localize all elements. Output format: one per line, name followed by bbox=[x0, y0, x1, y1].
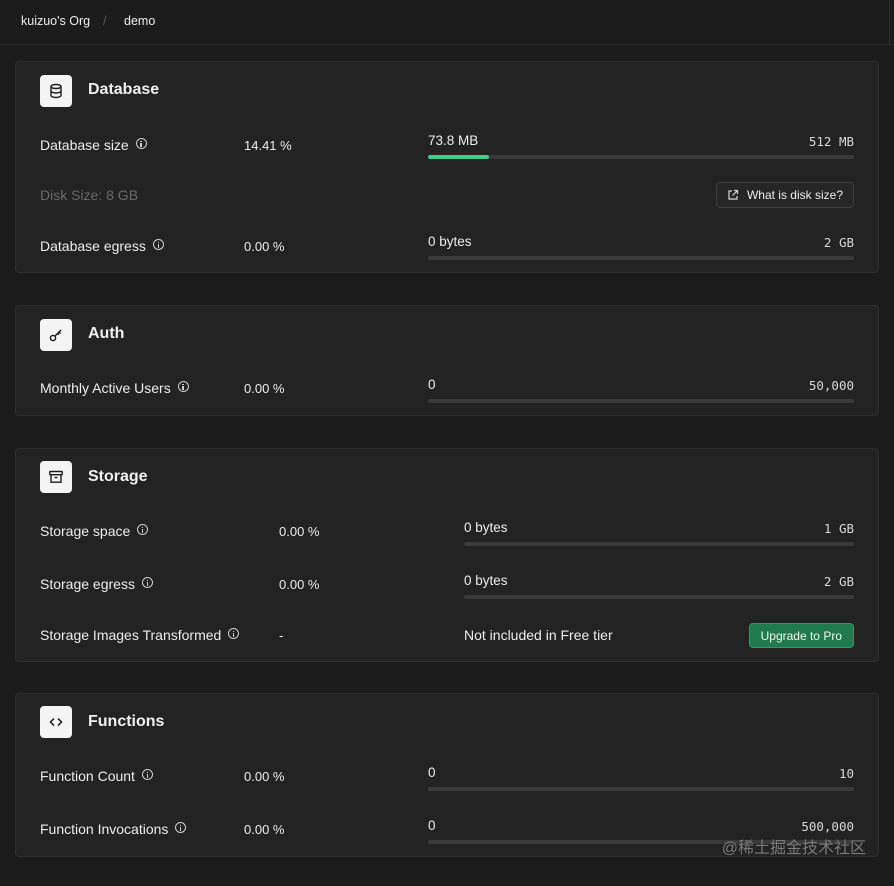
mau-used: 0 bbox=[428, 377, 436, 392]
function-count-limit: 10 bbox=[838, 766, 854, 781]
storage-egress-label: Storage egress bbox=[40, 576, 153, 592]
card-title: Storage bbox=[88, 468, 148, 485]
info-icon[interactable] bbox=[228, 628, 240, 639]
function-invocations-limit: 500,000 bbox=[801, 819, 854, 834]
database-size-label: Database size bbox=[40, 137, 147, 153]
what-is-disk-size-button[interactable]: What is disk size? bbox=[715, 182, 854, 208]
key-icon bbox=[40, 319, 72, 351]
database-icon bbox=[40, 75, 72, 107]
top-bar: kuizuo's Org / demo bbox=[0, 0, 894, 45]
card-title: Database bbox=[88, 81, 160, 98]
storage-egress-bar bbox=[464, 595, 854, 599]
info-icon[interactable] bbox=[175, 822, 187, 833]
database-egress-label: Database egress bbox=[40, 238, 164, 254]
function-invocations-used: 0 bbox=[428, 818, 436, 833]
mau-percent: 0.00 % bbox=[244, 381, 285, 396]
database-egress-bar bbox=[428, 256, 854, 260]
auth-card: Auth Monthly Active Users 0.00 % 0 50,00… bbox=[15, 305, 879, 416]
info-icon[interactable] bbox=[137, 524, 149, 535]
breadcrumb-separator: / bbox=[103, 13, 107, 28]
mau-limit: 50,000 bbox=[808, 378, 854, 393]
function-count-percent: 0.00 % bbox=[244, 769, 285, 784]
database-egress-used: 0 bytes bbox=[428, 234, 472, 249]
storage-space-bar bbox=[464, 542, 854, 546]
info-icon[interactable] bbox=[135, 138, 147, 149]
database-egress-percent: 0.00 % bbox=[244, 239, 285, 254]
panel-edge bbox=[889, 0, 894, 44]
functions-card: Functions Function Count 0.00 % 0 10 Fun… bbox=[15, 693, 879, 857]
storage-card: Storage Storage space 0.00 % 0 bytes 1 G… bbox=[15, 448, 879, 662]
info-icon[interactable] bbox=[141, 769, 153, 780]
function-count-bar bbox=[428, 787, 854, 791]
external-link-icon bbox=[728, 189, 739, 200]
watermark: @稀土掘金技术社区 bbox=[721, 840, 866, 857]
database-card: Database Database size 14.41 % 73.8 MB 5… bbox=[15, 61, 879, 273]
card-title: Auth bbox=[88, 325, 125, 342]
database-size-limit: 512 MB bbox=[808, 134, 854, 149]
storage-images-percent: - bbox=[279, 628, 284, 643]
card-title: Functions bbox=[88, 713, 165, 730]
archive-icon bbox=[40, 461, 72, 493]
disk-size-label: Disk Size: 8 GB bbox=[40, 187, 139, 203]
mau-label: Monthly Active Users bbox=[40, 380, 189, 396]
database-size-bar bbox=[428, 155, 854, 159]
function-invocations-label: Function Invocations bbox=[40, 821, 187, 837]
database-size-used: 73.8 MB bbox=[428, 133, 479, 148]
storage-egress-limit: 2 GB bbox=[823, 574, 854, 589]
upgrade-to-pro-button[interactable]: Upgrade to Pro bbox=[748, 623, 854, 648]
function-invocations-percent: 0.00 % bbox=[244, 822, 285, 837]
database-size-fill bbox=[428, 155, 490, 159]
info-icon[interactable] bbox=[152, 239, 164, 250]
storage-egress-used: 0 bytes bbox=[464, 573, 508, 588]
not-included-note: Not included in Free tier bbox=[464, 627, 613, 643]
code-icon bbox=[40, 706, 72, 738]
function-count-label: Function Count bbox=[40, 768, 153, 784]
info-icon[interactable] bbox=[177, 381, 189, 392]
storage-images-label: Storage Images Transformed bbox=[40, 627, 240, 643]
database-size-percent: 14.41 % bbox=[244, 138, 292, 153]
breadcrumb-project[interactable]: demo bbox=[124, 14, 155, 28]
mau-bar bbox=[428, 399, 854, 403]
storage-egress-percent: 0.00 % bbox=[279, 577, 320, 592]
storage-space-label: Storage space bbox=[40, 523, 149, 539]
database-egress-limit: 2 GB bbox=[823, 235, 854, 250]
storage-space-percent: 0.00 % bbox=[279, 524, 320, 539]
storage-space-used: 0 bytes bbox=[464, 520, 508, 535]
function-count-used: 0 bbox=[428, 765, 436, 780]
info-icon[interactable] bbox=[141, 577, 153, 588]
breadcrumb-org[interactable]: kuizuo's Org bbox=[21, 14, 90, 28]
storage-space-limit: 1 GB bbox=[823, 521, 854, 536]
